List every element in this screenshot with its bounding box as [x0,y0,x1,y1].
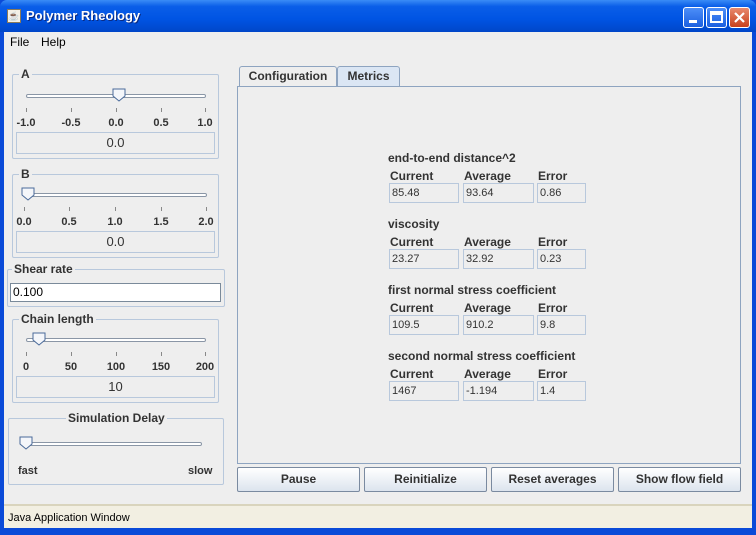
metric-average-value: 32.92 [463,249,534,269]
close-icon [734,12,745,23]
metric-header-current: Current [390,235,434,249]
param-a-value: 0.0 [16,132,215,154]
simulation-delay-label: Simulation Delay [66,411,167,425]
metric-average-value: 910.2 [463,315,534,335]
tick-label: 200 [195,361,215,373]
tick-label: 1.0 [107,216,123,228]
pause-button[interactable]: Pause [237,467,360,492]
metric-current-value: 1467 [389,381,459,401]
tick-label: 0.5 [153,117,169,129]
metric-header-average: Average [464,301,511,315]
tick [205,108,206,112]
metric-header-error: Error [538,301,568,315]
tick-label: 50 [64,361,78,373]
show-flow-field-button[interactable]: Show flow field [618,467,741,492]
tick-label: 1.0 [197,117,213,129]
tick-label: 0.5 [61,216,77,228]
maximize-button[interactable] [706,7,727,28]
menu-bar: File Help [4,32,752,52]
metric-current-value: 23.27 [389,249,459,269]
tick-label: 150 [151,361,171,373]
java-app-icon: ☕ [7,9,21,23]
chain-length-value: 10 [16,376,215,398]
menu-file[interactable]: File [10,35,29,49]
chain-length-slider-track[interactable] [26,338,206,342]
tick-label: 0 [22,361,30,373]
shear-rate-label: Shear rate [12,262,75,276]
metric-title: second normal stress coefficient [388,349,576,363]
metric-header-current: Current [390,169,434,183]
metric-title: first normal stress coefficient [388,283,557,297]
param-b-label: B [19,167,32,181]
metric-header-average: Average [464,169,511,183]
status-bar: Java Application Window [4,504,752,528]
metric-error-value: 0.23 [537,249,586,269]
reinitialize-button[interactable]: Reinitialize [364,467,487,492]
minimize-button[interactable] [683,7,704,28]
window-client: File Help A -1.0 -0.5 0.0 0.5 1.0 0.0 B … [4,32,752,528]
tick-label: 1.5 [153,216,169,228]
menu-help[interactable]: Help [41,35,66,49]
tick [161,352,162,356]
tick-label: 2.0 [198,216,214,228]
tick-label: -0.5 [61,117,81,129]
metric-title: viscosity [388,217,440,231]
tick [116,352,117,356]
tick [161,108,162,112]
metric-current-value: 85.48 [389,183,459,203]
metric-header-average: Average [464,367,511,381]
tick [26,352,27,356]
close-button[interactable] [729,7,750,28]
tick-label: 0.0 [108,117,124,129]
tick [71,108,72,112]
param-b-slider-track[interactable] [24,193,207,197]
metric-header-error: Error [538,367,568,381]
tick [116,108,117,112]
tick [161,207,162,211]
reset-averages-button[interactable]: Reset averages [491,467,614,492]
param-a-slider-thumb[interactable] [112,88,126,102]
delay-max-label: slow [188,465,213,477]
tab-metrics[interactable]: Metrics [337,66,400,87]
tick [205,352,206,356]
window-title: Polymer Rheology [26,8,141,23]
metric-error-value: 0.86 [537,183,586,203]
metric-error-value: 1.4 [537,381,586,401]
tab-configuration[interactable]: Configuration [239,66,337,87]
tick [206,207,207,211]
metric-error-value: 9.8 [537,315,586,335]
app-window: ☕ Polymer Rheology File Help A -1.0 -0.5… [0,0,756,535]
simulation-delay-slider-thumb[interactable] [19,436,33,450]
title-bar[interactable]: ☕ Polymer Rheology [0,0,756,32]
tick [115,207,116,211]
tick-label: 100 [106,361,126,373]
status-text: Java Application Window [8,512,130,524]
tick-label: 0.0 [16,216,32,228]
chain-length-label: Chain length [19,312,96,326]
metrics-tab-content [237,86,741,464]
metric-header-current: Current [390,367,434,381]
maximize-icon [710,11,723,23]
delay-min-label: fast [18,465,38,477]
tick [26,108,27,112]
simulation-delay-slider-track[interactable] [22,442,202,446]
metric-header-error: Error [538,235,568,249]
chain-length-slider-thumb[interactable] [32,332,46,346]
tick [24,207,25,211]
tick-label: -1.0 [16,117,36,129]
metric-average-value: -1.194 [463,381,534,401]
tick [71,352,72,356]
param-b-value: 0.0 [16,231,215,253]
metric-header-average: Average [464,235,511,249]
metric-average-value: 93.64 [463,183,534,203]
shear-rate-input[interactable]: 0.100 [10,283,221,302]
tick [69,207,70,211]
param-b-slider-thumb[interactable] [21,187,35,201]
minimize-icon [689,20,697,23]
metric-header-error: Error [538,169,568,183]
metric-header-current: Current [390,301,434,315]
param-a-label: A [19,67,32,81]
metric-current-value: 109.5 [389,315,459,335]
metric-title: end-to-end distance^2 [388,151,516,165]
